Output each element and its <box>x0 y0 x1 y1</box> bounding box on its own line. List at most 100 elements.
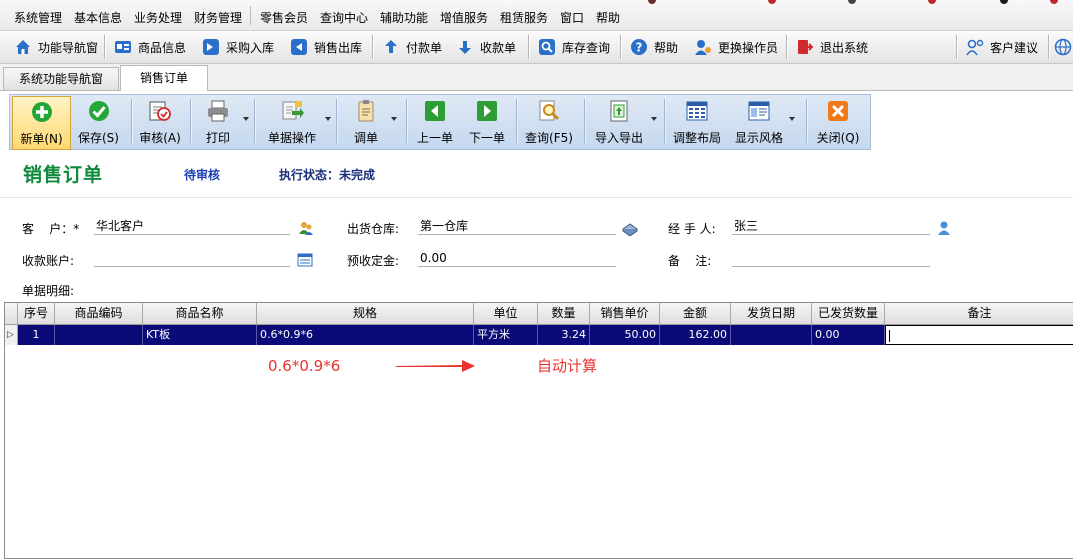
previous-icon <box>423 99 447 123</box>
deposit-field[interactable]: 0.00 <box>418 250 616 267</box>
account-picker-icon[interactable] <box>297 252 313 268</box>
tab-sales-order[interactable]: 销售订单 <box>120 65 208 91</box>
quick-goods-info-button[interactable]: 商品信息 <box>114 37 186 57</box>
cell-delivery-date[interactable] <box>731 325 812 345</box>
next-order-button[interactable]: 下一单 <box>464 96 510 148</box>
column-header[interactable]: 金额 <box>660 303 731 324</box>
menu-separator <box>250 6 251 25</box>
layout-icon <box>685 99 709 123</box>
cell-name[interactable]: KT板 <box>143 325 257 345</box>
annotation-arrow <box>396 360 475 372</box>
quick-receipt-button[interactable]: 收款单 <box>456 37 516 57</box>
menu-system[interactable]: 系统管理 <box>14 9 62 26</box>
cell-amount[interactable]: 162.00 <box>660 325 731 345</box>
customer-field[interactable]: 华北客户 <box>94 218 290 235</box>
new-order-button[interactable]: 新单(N) <box>12 96 71 150</box>
menu-bar: 系统管理 基本信息 业务处理 财务管理 零售会员 查询中心 辅助功能 增值服务 … <box>0 0 1073 31</box>
cell-code[interactable] <box>55 325 143 345</box>
column-header[interactable]: 数量 <box>538 303 590 324</box>
quick-separator <box>1048 35 1050 59</box>
column-header[interactable]: 商品编码 <box>55 303 143 324</box>
menu-help[interactable]: 帮助 <box>596 9 620 26</box>
quick-exit-button[interactable]: 退出系统 <box>796 37 868 57</box>
column-header[interactable]: 商品名称 <box>143 303 257 324</box>
quick-separator <box>620 35 622 59</box>
dropdown-arrow-icon[interactable] <box>391 117 397 121</box>
cell-seq[interactable]: 1 <box>18 325 55 345</box>
column-header[interactable]: 销售单价 <box>590 303 660 324</box>
decoration-dot <box>1000 0 1008 4</box>
quick-globe-button[interactable] <box>1054 37 1073 57</box>
account-field[interactable] <box>94 250 290 267</box>
menu-rental[interactable]: 租赁服务 <box>500 9 548 26</box>
menu-window[interactable]: 窗口 <box>560 9 584 26</box>
dropdown-arrow-icon[interactable] <box>789 117 795 121</box>
audit-icon <box>148 99 172 123</box>
column-header[interactable]: 备注 <box>885 303 1073 324</box>
remark-label: 备 注: <box>668 254 712 268</box>
decoration-dot <box>648 0 656 4</box>
query-button[interactable]: 查询(F5) <box>522 96 576 148</box>
close-button[interactable]: 关闭(Q) <box>812 96 864 148</box>
load-document-button[interactable]: 调单 <box>344 96 397 148</box>
handler-picker-icon[interactable] <box>936 220 952 236</box>
column-header[interactable]: 规格 <box>257 303 474 324</box>
order-details-grid[interactable]: 序号 商品编码 商品名称 规格 单位 数量 销售单价 金额 发货日期 已发货数量… <box>4 302 1073 559</box>
toolbar-separator <box>190 99 192 143</box>
quick-sales-out-button[interactable]: 销售出库 <box>290 37 362 57</box>
menu-auxiliary[interactable]: 辅助功能 <box>380 9 428 26</box>
quick-change-operator-button[interactable]: 更换操作员 <box>694 37 778 57</box>
quick-purchase-in-button[interactable]: 采购入库 <box>202 37 274 57</box>
dropdown-arrow-icon[interactable] <box>651 117 657 121</box>
quick-label: 商品信息 <box>138 40 187 55</box>
quick-feedback-button[interactable]: 客户建议 <box>966 37 1038 57</box>
warehouse-picker-icon[interactable] <box>622 220 638 237</box>
cell-unit[interactable]: 平方米 <box>474 325 538 345</box>
adjust-layout-button[interactable]: 调整布局 <box>670 96 724 148</box>
text-cursor <box>889 330 890 342</box>
quick-separator <box>372 35 374 59</box>
table-row[interactable]: ▷ 1 KT板 0.6*0.9*6 平方米 3.24 50.00 162.00 … <box>5 325 1073 345</box>
toolbar-separator <box>406 99 408 143</box>
column-header[interactable]: 已发货数量 <box>812 303 885 324</box>
display-style-button[interactable]: 显示风格 <box>732 96 795 148</box>
previous-order-button[interactable]: 上一单 <box>412 96 458 148</box>
save-button[interactable]: 保存(S) <box>72 96 125 148</box>
print-button[interactable]: 打印 <box>196 96 249 148</box>
remark-field[interactable] <box>732 250 930 267</box>
quick-label: 采购入库 <box>226 40 275 55</box>
audit-status: 待审核 <box>184 168 221 182</box>
warehouse-field[interactable]: 第一仓库 <box>418 218 616 235</box>
customer-picker-icon[interactable] <box>298 220 314 236</box>
column-header[interactable]: 发货日期 <box>731 303 812 324</box>
details-label: 单据明细: <box>22 284 75 298</box>
payment-icon <box>382 38 400 56</box>
menu-business[interactable]: 业务处理 <box>134 9 182 26</box>
dropdown-arrow-icon[interactable] <box>325 117 331 121</box>
column-header[interactable]: 序号 <box>18 303 55 324</box>
menu-basic-info[interactable]: 基本信息 <box>74 9 122 26</box>
cell-quantity[interactable]: 3.24 <box>538 325 590 345</box>
column-header[interactable]: 单位 <box>474 303 538 324</box>
dropdown-arrow-icon[interactable] <box>243 117 249 121</box>
handler-field[interactable]: 张三 <box>732 218 930 235</box>
document-ops-button[interactable]: 单据操作 <box>262 96 331 148</box>
toolbar-label: 上一单 <box>416 131 453 145</box>
cell-delivered-qty[interactable]: 0.00 <box>812 325 885 345</box>
menu-retail-member[interactable]: 零售会员 <box>260 9 308 26</box>
cell-unit-price[interactable]: 50.00 <box>590 325 660 345</box>
tab-navigation[interactable]: 系统功能导航窗 <box>3 67 119 90</box>
cell-spec[interactable]: 0.6*0.9*6 <box>257 325 474 345</box>
query-icon <box>537 99 561 123</box>
menu-value-added[interactable]: 增值服务 <box>440 9 488 26</box>
import-export-button[interactable]: 导入导出 <box>590 96 657 148</box>
menu-finance[interactable]: 财务管理 <box>194 9 242 26</box>
quick-inventory-search-button[interactable]: 库存查询 <box>538 37 610 57</box>
menu-query-center[interactable]: 查询中心 <box>320 9 368 26</box>
quick-help-button[interactable]: ? 帮助 <box>630 37 678 57</box>
quick-payment-button[interactable]: 付款单 <box>382 37 442 57</box>
cell-remark-editor[interactable] <box>885 325 1073 345</box>
quick-home-button[interactable]: 功能导航窗 <box>14 37 98 57</box>
audit-button[interactable]: 审核(A) <box>136 96 184 148</box>
toolbar-panel: 新单(N) 保存(S) 审核(A) 打印 单据操作 调单 上一单 下一单 查询(… <box>9 94 871 150</box>
